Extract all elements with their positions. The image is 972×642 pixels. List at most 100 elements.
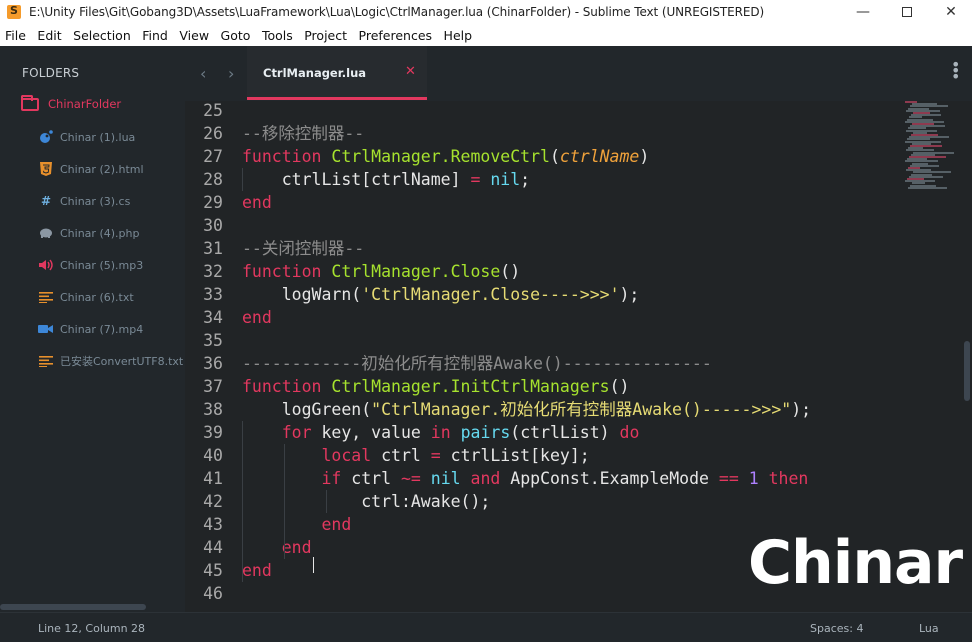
code-token: (): [609, 377, 630, 396]
close-tab-icon[interactable]: ✕: [405, 64, 416, 79]
cursor-position: Line 12, Column 28: [38, 622, 146, 635]
code-token: =: [430, 446, 441, 465]
window-title: E:\Unity Files\Git\Gobang3D\Assets\LuaFr…: [29, 5, 765, 19]
code-line[interactable]: end: [242, 536, 312, 559]
code-line[interactable]: logWarn('CtrlManager.Close---->>>');: [242, 283, 640, 306]
code-line[interactable]: logGreen("CtrlManager.初始化所有控制器Awake()---…: [242, 398, 811, 421]
code-line[interactable]: function CtrlManager.InitCtrlManagers(): [242, 375, 629, 398]
menu-preferences[interactable]: Preferences: [359, 28, 433, 43]
video-camera-icon: [38, 322, 54, 336]
tab-label: CtrlManager.lua: [263, 66, 367, 80]
code-token: AppConst.ExampleMode: [500, 469, 719, 488]
code-token: (ctrlList): [510, 423, 620, 442]
menu-goto[interactable]: Goto: [221, 28, 251, 43]
lua-icon: [38, 130, 54, 144]
code-token: );: [791, 400, 812, 419]
code-line[interactable]: function CtrlManager.RemoveCtrl(ctrlName…: [242, 145, 649, 168]
code-line[interactable]: end: [242, 191, 272, 214]
minimize-button[interactable]: —: [840, 0, 886, 24]
hash-icon: #: [40, 194, 52, 208]
line-number: 42: [203, 492, 223, 511]
menu-edit[interactable]: Edit: [37, 28, 61, 43]
line-number: 27: [203, 147, 223, 166]
editor-vertical-scrollbar[interactable]: [962, 141, 972, 611]
line-number: 40: [203, 446, 223, 465]
chevron-left-icon[interactable]: ‹: [200, 64, 206, 83]
indent-guide: [242, 168, 243, 191]
scrollbar-thumb[interactable]: [964, 341, 970, 401]
menu-tools[interactable]: Tools: [262, 28, 293, 43]
code-line[interactable]: end: [242, 306, 272, 329]
menu-selection[interactable]: Selection: [73, 28, 131, 43]
sidebar-folder-chinarfolder[interactable]: ChinarFolder: [21, 94, 121, 111]
code-token: --关闭控制器--: [242, 239, 365, 258]
line-number: 32: [203, 262, 223, 281]
menu-view[interactable]: View: [179, 28, 209, 43]
file-label: 已安装ConvertUTF8.txt: [60, 355, 184, 368]
code-line[interactable]: end: [242, 513, 351, 536]
code-token: =: [470, 170, 481, 189]
menu-help[interactable]: Help: [444, 28, 473, 43]
menu-file[interactable]: File: [5, 28, 26, 43]
code-line[interactable]: ctrlList[ctrlName] = nil;: [242, 168, 530, 191]
sidebar-file-mp4[interactable]: Chinar (7).mp4: [38, 320, 143, 338]
line-number: 41: [203, 469, 223, 488]
maximize-icon: [902, 7, 912, 17]
syntax-selector[interactable]: Lua: [919, 622, 939, 635]
code-token: CtrlManager.Close: [331, 262, 501, 281]
indent-guide: [242, 421, 243, 582]
menu-project[interactable]: Project: [304, 28, 347, 43]
code-token: logGreen(: [242, 400, 372, 419]
file-label: Chinar (2).html: [60, 162, 144, 176]
maximize-button[interactable]: [884, 0, 930, 24]
code-token: logWarn(: [242, 285, 362, 304]
code-line[interactable]: local ctrl = ctrlList[key];: [242, 444, 590, 467]
title-bar: E:\Unity Files\Git\Gobang3D\Assets\LuaFr…: [0, 0, 972, 24]
line-number: 46: [203, 584, 223, 603]
code-token: ): [639, 147, 650, 166]
code-line[interactable]: --移除控制器--: [242, 122, 364, 145]
line-number: 29: [203, 193, 223, 212]
tab-ctrlmanager-lua[interactable]: CtrlManager.lua ✕: [247, 46, 427, 100]
code-line[interactable]: for key, value in pairs(ctrlList) do: [242, 421, 640, 444]
sidebar-file-mp3[interactable]: Chinar (5).mp3: [38, 256, 143, 274]
chevron-right-icon[interactable]: ›: [228, 64, 234, 83]
sidebar-file-html[interactable]: Chinar (2).html: [38, 160, 144, 178]
code-line[interactable]: end: [242, 559, 272, 582]
file-label: Chinar (6).txt: [60, 290, 134, 304]
sidebar-file-php[interactable]: Chinar (4).php: [38, 224, 139, 242]
code-line[interactable]: --关闭控制器--: [242, 237, 364, 260]
line-number: 44: [203, 538, 223, 557]
code-token: end: [242, 308, 272, 327]
code-line[interactable]: ctrl:Awake();: [242, 490, 490, 513]
code-token: for: [281, 423, 312, 442]
sidebar-file-convertutf8[interactable]: 已安装ConvertUTF8.txt: [38, 352, 183, 370]
code-token: ------------初始化所有控制器Awake()-------------…: [242, 354, 712, 373]
code-line[interactable]: function CtrlManager.Close(): [242, 260, 520, 283]
line-number: 25: [203, 101, 223, 120]
sidebar-horizontal-scrollbar[interactable]: [0, 604, 146, 610]
code-token: ==: [718, 469, 739, 488]
status-bar: Line 12, Column 28 Spaces: 4 Lua: [0, 612, 972, 642]
minimap[interactable]: [905, 101, 960, 191]
code-token: ctrlList[key];: [440, 446, 590, 465]
sidebar-file-lua[interactable]: Chinar (1).lua: [38, 128, 135, 146]
line-number: 34: [203, 308, 223, 327]
minimize-icon: —: [856, 4, 870, 20]
code-token: );: [619, 285, 640, 304]
menu-find[interactable]: Find: [142, 28, 168, 43]
more-options-icon[interactable]: • • •: [951, 57, 960, 85]
code-line[interactable]: if ctrl ~= nil and AppConst.ExampleMode …: [242, 467, 808, 490]
code-line[interactable]: ------------初始化所有控制器Awake()-------------…: [242, 352, 712, 375]
code-token: CtrlManager.InitCtrlManagers: [331, 377, 610, 396]
code-token: ;: [520, 170, 531, 189]
indentation-setting[interactable]: Spaces: 4: [810, 622, 863, 635]
sidebar-file-cs[interactable]: # Chinar (3).cs: [38, 192, 130, 210]
sidebar-file-txt[interactable]: Chinar (6).txt: [38, 288, 134, 306]
file-label: Chinar (7).mp4: [60, 322, 144, 336]
code-token: if: [321, 469, 342, 488]
close-window-button[interactable]: ✕: [928, 0, 972, 24]
